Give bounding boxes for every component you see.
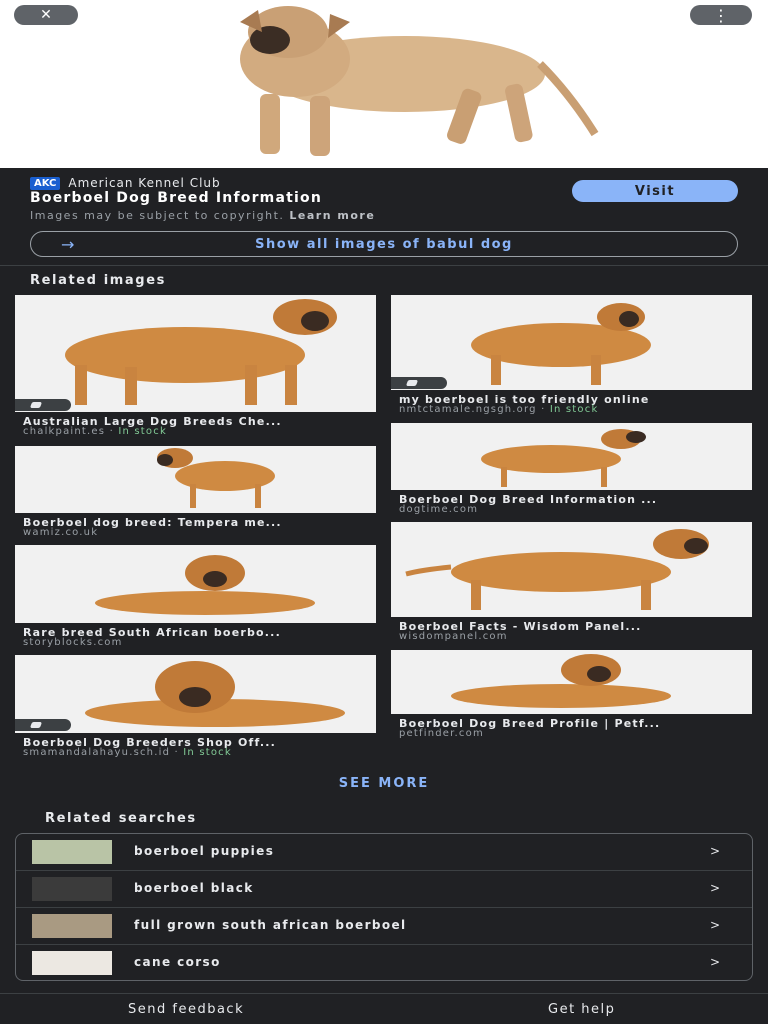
copyright-notice: Images may be subject to copyright. Lear… — [30, 209, 375, 222]
search-thumbnail — [32, 840, 112, 864]
learn-more-link[interactable]: Learn more — [289, 209, 375, 222]
stock-badge: In stock — [118, 426, 167, 437]
chevron-right-icon: > — [710, 881, 721, 895]
divider — [0, 265, 768, 266]
image-source: chalkpaint.es · In stock — [23, 426, 167, 437]
image-source: wisdompanel.com — [399, 631, 508, 642]
product-tag-icon — [15, 719, 71, 731]
footer-divider — [0, 993, 768, 994]
source-row[interactable]: AKC American Kennel Club — [30, 176, 221, 190]
chevron-right-icon: > — [710, 955, 721, 969]
related-image — [391, 650, 752, 714]
related-image-card[interactable]: Boerboel dog breed: Tempera me... wamiz.… — [15, 446, 376, 538]
related-image — [15, 446, 376, 513]
more-options-button[interactable]: ⋮ — [690, 5, 752, 25]
related-searches-heading: Related searches — [45, 811, 197, 826]
related-image-card[interactable]: Boerboel Dog Breed Information ... dogti… — [391, 423, 752, 515]
send-feedback-link[interactable]: Send feedback — [128, 1002, 244, 1017]
source-logo: AKC — [30, 176, 61, 190]
related-image-card[interactable]: Boerboel Dog Breed Profile | Petf... pet… — [391, 650, 752, 742]
related-image — [15, 295, 376, 412]
image-page-title[interactable]: Boerboel Dog Breed Information — [30, 190, 322, 206]
source-site-name: American Kennel Club — [68, 176, 221, 190]
search-thumbnail — [32, 877, 112, 901]
show-all-label: Show all images of babul dog — [255, 236, 513, 252]
related-search-item[interactable]: boerboel black > — [16, 871, 752, 908]
chevron-right-icon: > — [710, 918, 721, 932]
image-source: petfinder.com — [399, 728, 484, 739]
copyright-text: Images may be subject to copyright. — [30, 209, 285, 222]
show-all-images-button[interactable]: → Show all images of babul dog — [30, 231, 738, 257]
dog-photo — [240, 6, 599, 156]
related-image-card[interactable]: Rare breed South African boerbo... story… — [15, 545, 376, 648]
related-image-card[interactable]: Boerboel Facts - Wisdom Panel... wisdomp… — [391, 522, 752, 642]
get-help-link[interactable]: Get help — [548, 1002, 615, 1017]
stock-badge: In stock — [183, 747, 232, 758]
search-label: full grown south african boerboel — [134, 918, 407, 932]
search-label: cane corso — [134, 955, 221, 969]
related-searches-list: boerboel puppies > boerboel black > full… — [15, 833, 753, 981]
product-tag-icon — [15, 399, 71, 411]
more-vert-icon: ⋮ — [713, 5, 729, 25]
related-search-item[interactable]: boerboel puppies > — [16, 834, 752, 871]
related-image — [15, 545, 376, 623]
related-image-card[interactable]: Boerboel Dog Breeders Shop Off... smaman… — [15, 655, 376, 758]
related-search-item[interactable]: cane corso > — [16, 945, 752, 980]
image-source: storyblocks.com — [23, 637, 123, 648]
search-thumbnail — [32, 951, 112, 975]
close-icon: ✕ — [40, 7, 52, 23]
related-image — [391, 522, 752, 617]
image-source: nmtctamale.ngsgh.org · In stock — [399, 404, 599, 415]
image-source: smamandalahayu.sch.id · In stock — [23, 747, 232, 758]
see-more-button[interactable]: SEE MORE — [0, 776, 768, 791]
search-thumbnail — [32, 914, 112, 938]
image-source: dogtime.com — [399, 504, 479, 515]
visit-button[interactable]: Visit — [572, 180, 738, 202]
related-image-card[interactable]: my boerboel is too friendly online nmtct… — [391, 295, 752, 415]
image-source: wamiz.co.uk — [23, 527, 99, 538]
product-tag-icon — [391, 377, 447, 389]
arrow-right-icon: → — [61, 234, 75, 254]
related-images-heading: Related images — [30, 273, 166, 288]
search-label: boerboel puppies — [134, 844, 275, 858]
related-image — [391, 423, 752, 490]
related-image-card[interactable]: Australian Large Dog Breeds Che... chalk… — [15, 295, 376, 437]
search-label: boerboel black — [134, 881, 254, 895]
related-search-item[interactable]: full grown south african boerboel > — [16, 908, 752, 945]
chevron-right-icon: > — [710, 844, 721, 858]
related-image — [391, 295, 752, 390]
close-button[interactable]: ✕ — [14, 5, 78, 25]
hero-image[interactable] — [0, 0, 768, 168]
stock-badge: In stock — [549, 404, 599, 415]
